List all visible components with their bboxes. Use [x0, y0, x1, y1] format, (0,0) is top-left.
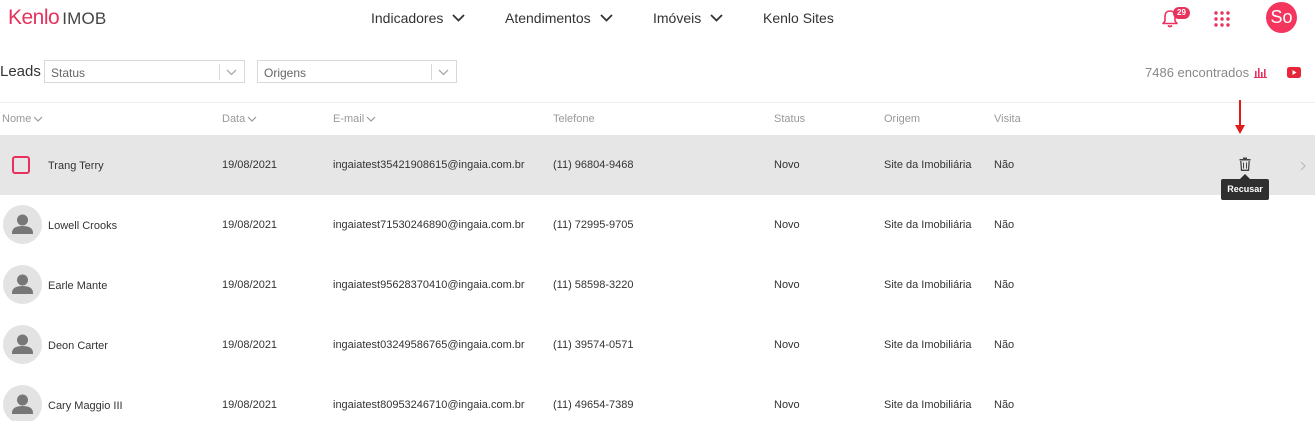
column-header-email[interactable]: E-mail	[333, 113, 376, 125]
table-row[interactable]: Cary Maggio III 19/08/2021 ingaiatest809…	[0, 375, 1315, 421]
column-header-visita: Visita	[994, 113, 1021, 125]
top-navigation: Kenlo IMOB Indicadores Atendimentos Imóv…	[0, 0, 1315, 36]
lead-origin: Site da Imobiliária	[884, 339, 972, 351]
avatar-placeholder-icon	[3, 265, 42, 304]
nav-kenlo-sites-label: Kenlo Sites	[763, 10, 834, 26]
lead-visit: Não	[994, 399, 1015, 411]
lead-email: ingaiatest95628370410@ingaia.com.br	[333, 279, 525, 291]
lead-phone: (11) 72995-9705	[553, 219, 634, 231]
lead-status: Novo	[774, 399, 800, 411]
logo-sub-text: IMOB	[62, 9, 107, 28]
lead-name: Earle Mante	[48, 280, 108, 292]
results-count: 7486 encontrados	[1145, 65, 1250, 80]
lead-status: Novo	[774, 159, 800, 171]
status-filter-placeholder: Status	[51, 66, 86, 80]
select-separator	[219, 64, 220, 80]
kenlo-imob-logo[interactable]: Kenlo IMOB	[8, 6, 106, 30]
column-header-origem: Origem	[884, 113, 920, 125]
lead-origin: Site da Imobiliária	[884, 219, 972, 231]
sort-chevron-icon	[33, 116, 43, 122]
table-row[interactable]: Trang Terry 19/08/2021 ingaiatest3542190…	[0, 135, 1315, 195]
bar-chart-icon[interactable]	[1254, 67, 1267, 78]
lead-date: 19/08/2021	[222, 219, 278, 231]
notification-count-badge: 29	[1173, 7, 1190, 19]
chevron-down-icon	[599, 14, 613, 22]
sort-chevron-icon	[366, 116, 376, 122]
column-header-label: Origem	[884, 113, 921, 125]
table-row[interactable]: Deon Carter 19/08/2021 ingaiatest0324958…	[0, 315, 1315, 375]
lead-name: Trang Terry	[48, 160, 104, 172]
row-select-checkbox[interactable]	[12, 156, 30, 174]
lead-phone: (11) 39574-0571	[553, 339, 634, 351]
trash-icon[interactable]	[1239, 157, 1251, 171]
lead-date: 19/08/2021	[222, 159, 278, 171]
column-header-label: Nome	[2, 113, 32, 125]
lead-email: ingaiatest71530246890@ingaia.com.br	[333, 219, 525, 231]
lead-phone: (11) 58598-3220	[553, 279, 634, 291]
column-header-label: Telefone	[553, 113, 595, 125]
lead-visit: Não	[994, 279, 1015, 291]
nav-indicadores[interactable]: Indicadores	[371, 9, 466, 27]
chevron-down-icon	[226, 69, 237, 76]
select-separator	[431, 64, 432, 80]
lead-date: 19/08/2021	[222, 399, 278, 411]
lead-origin: Site da Imobiliária	[884, 159, 972, 171]
lead-date: 19/08/2021	[222, 279, 278, 291]
sort-chevron-icon	[247, 116, 257, 122]
column-header-telefone: Telefone	[553, 113, 595, 125]
youtube-icon[interactable]	[1287, 67, 1301, 78]
lead-status: Novo	[774, 219, 800, 231]
lead-date: 19/08/2021	[222, 339, 278, 351]
nav-kenlo-sites[interactable]: Kenlo Sites	[763, 9, 834, 27]
table-row[interactable]: Lowell Crooks 19/08/2021 ingaiatest71530…	[0, 195, 1315, 255]
lead-origin: Site da Imobiliária	[884, 279, 972, 291]
chevron-down-icon	[710, 14, 723, 22]
avatar-placeholder-icon	[3, 325, 42, 364]
lead-email: ingaiatest80953246710@ingaia.com.br	[333, 399, 525, 411]
column-header-status: Status	[774, 113, 805, 125]
lead-name: Deon Carter	[48, 340, 108, 352]
lead-origin: Site da Imobiliária	[884, 399, 972, 411]
chevron-down-icon	[452, 14, 466, 22]
origens-filter-select[interactable]: Origens	[257, 60, 457, 83]
avatar-placeholder-icon	[3, 385, 42, 421]
page-title: Leads	[0, 63, 41, 80]
column-header-data[interactable]: Data	[222, 113, 257, 125]
lead-visit: Não	[994, 159, 1015, 171]
lead-name: Lowell Crooks	[48, 220, 118, 232]
logo-main-text: Kenlo	[8, 6, 60, 29]
user-avatar[interactable]: So	[1266, 2, 1297, 33]
lead-status: Novo	[774, 279, 800, 291]
lead-visit: Não	[994, 219, 1015, 231]
chevron-down-icon	[438, 69, 449, 76]
origens-filter-placeholder: Origens	[264, 66, 307, 80]
annotation-arrow-icon	[1235, 100, 1245, 134]
column-header-label: Status	[774, 113, 806, 125]
nav-imoveis-label: Imóveis	[653, 10, 702, 26]
status-filter-select[interactable]: Status	[44, 60, 245, 83]
section-divider	[0, 102, 1315, 103]
nav-indicadores-label: Indicadores	[371, 10, 444, 26]
lead-email: ingaiatest35421908615@ingaia.com.br	[333, 159, 525, 171]
lead-visit: Não	[994, 339, 1015, 351]
lead-status: Novo	[774, 339, 800, 351]
lead-email: ingaiatest03249586765@ingaia.com.br	[333, 339, 525, 351]
nav-atendimentos[interactable]: Atendimentos	[505, 9, 613, 27]
table-row[interactable]: Earle Mante 19/08/2021 ingaiatest9562837…	[0, 255, 1315, 315]
nav-atendimentos-label: Atendimentos	[505, 10, 591, 26]
recusar-tooltip: Recusar	[1221, 179, 1269, 200]
column-header-label: Data	[222, 113, 246, 125]
chevron-right-icon[interactable]	[1300, 161, 1306, 171]
column-header-label: E-mail	[333, 113, 365, 125]
apps-grid-icon[interactable]	[1214, 11, 1230, 27]
lead-phone: (11) 96804-9468	[553, 159, 634, 171]
avatar-placeholder-icon	[3, 205, 42, 244]
column-header-label: Visita	[994, 113, 1021, 125]
column-header-nome[interactable]: Nome	[2, 113, 43, 125]
nav-imoveis[interactable]: Imóveis	[653, 9, 723, 27]
lead-phone: (11) 49654-7389	[553, 399, 634, 411]
lead-name: Cary Maggio III	[48, 400, 123, 412]
